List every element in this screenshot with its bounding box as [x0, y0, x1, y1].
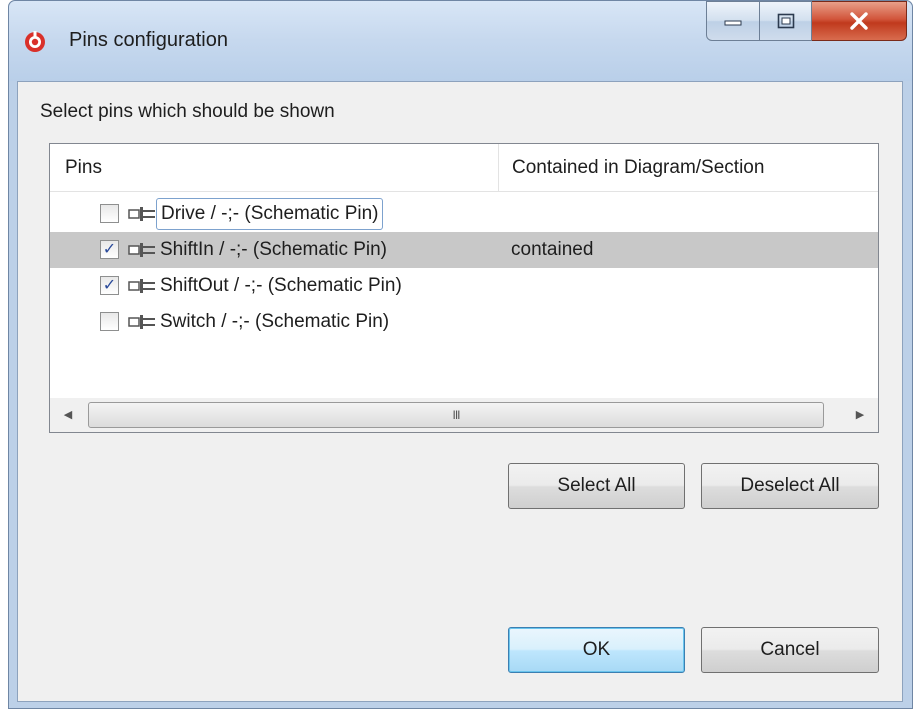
pin-label: Switch / -;- (Schematic Pin) [160, 311, 390, 332]
pins-table[interactable]: Pins Contained in Diagram/Section Drive … [49, 143, 879, 433]
pin-checkbox[interactable] [100, 204, 119, 223]
title-bar[interactable]: Pins configuration [9, 1, 912, 81]
horizontal-scrollbar[interactable]: ◀ III ▶ [50, 398, 878, 432]
schematic-pin-icon [128, 243, 155, 257]
table-header: Pins Contained in Diagram/Section [50, 144, 878, 192]
table-row[interactable]: Drive / -;- (Schematic Pin) [50, 196, 878, 232]
schematic-pin-icon [128, 315, 155, 329]
instruction-label: Select pins which should be shown [40, 101, 335, 122]
scroll-left-icon[interactable]: ◀ [50, 398, 86, 432]
select-all-button[interactable]: Select All [508, 463, 685, 509]
minimize-icon [724, 20, 742, 26]
scroll-right-icon[interactable]: ▶ [842, 398, 878, 432]
close-button[interactable] [812, 1, 907, 41]
schematic-pin-icon [128, 279, 155, 293]
pin-checkbox[interactable]: ✓ [100, 276, 119, 295]
table-row[interactable]: Switch / -;- (Schematic Pin) [50, 304, 878, 340]
scrollbar-thumb[interactable]: III [88, 402, 824, 428]
contained-cell: contained [511, 239, 594, 260]
cancel-button[interactable]: Cancel [701, 627, 879, 673]
pin-checkbox[interactable] [100, 312, 119, 331]
schematic-pin-icon [128, 207, 155, 221]
ok-button[interactable]: OK [508, 627, 685, 673]
close-icon [850, 12, 868, 30]
deselect-all-button[interactable]: Deselect All [701, 463, 879, 509]
window-title: Pins configuration [69, 29, 228, 51]
maximize-button[interactable] [760, 1, 812, 41]
pin-label: ShiftOut / -;- (Schematic Pin) [160, 275, 402, 296]
column-header-pins[interactable]: Pins [50, 144, 499, 191]
app-logo-icon [25, 31, 45, 52]
table-row[interactable]: ✓ ShiftIn / -;- (Schematic Pin) containe… [50, 232, 878, 268]
maximize-icon [777, 13, 794, 29]
pin-checkbox[interactable]: ✓ [100, 240, 119, 259]
column-header-contained[interactable]: Contained in Diagram/Section [500, 144, 878, 191]
table-row[interactable]: ✓ ShiftOut / -;- (Schematic Pin) [50, 268, 878, 304]
pin-label: ShiftIn / -;- (Schematic Pin) [160, 239, 388, 260]
pin-label: Drive / -;- (Schematic Pin) [156, 198, 384, 230]
minimize-button[interactable] [706, 1, 760, 41]
